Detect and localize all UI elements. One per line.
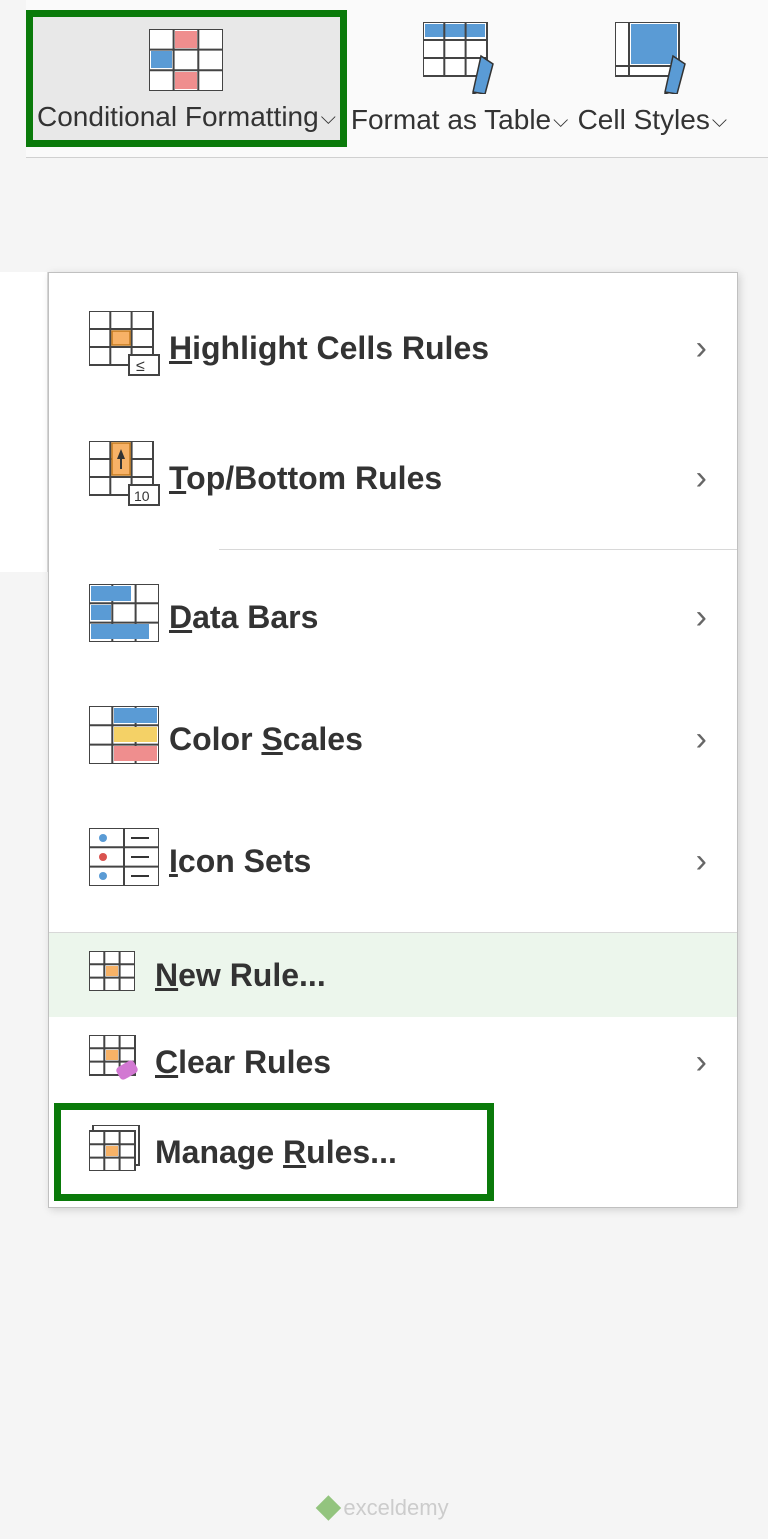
top-bottom-icon: 10 (89, 441, 169, 515)
worksheet-edge (0, 272, 48, 572)
menu-color-scales[interactable]: Color Scales › (49, 678, 737, 800)
menu-label: Data Bars (169, 599, 696, 636)
cell-styles-button[interactable]: Cell Styles⌵ (572, 10, 732, 147)
format-as-table-label: Format as Table⌵ (351, 102, 568, 137)
menu-label: New Rule... (155, 957, 707, 994)
menu-label: Manage Rules... (155, 1134, 707, 1171)
chevron-right-icon: › (696, 720, 707, 759)
conditional-formatting-menu: ≤ Highlight Cells Rules › 10 Top/Bottom … (48, 272, 738, 1208)
menu-label: Icon Sets (169, 843, 696, 880)
conditional-formatting-icon (149, 29, 223, 91)
menu-label: Top/Bottom Rules (169, 460, 696, 497)
menu-icon-sets[interactable]: Icon Sets › (49, 800, 737, 922)
format-as-table-button[interactable]: Format as Table⌵ (347, 10, 572, 147)
format-as-table-icon (423, 22, 497, 94)
svg-text:10: 10 (134, 488, 150, 504)
cell-styles-label: Cell Styles⌵ (578, 102, 727, 137)
chevron-right-icon: › (696, 459, 707, 498)
conditional-formatting-button[interactable]: Conditional Formatting⌵ (26, 10, 347, 147)
menu-label: Clear Rules (155, 1044, 696, 1081)
new-rule-icon (89, 951, 155, 999)
menu-top-bottom-rules[interactable]: 10 Top/Bottom Rules › (49, 413, 737, 543)
ribbon-styles-group: Conditional Formatting⌵ Format as Table⌵ (26, 0, 768, 158)
conditional-formatting-label: Conditional Formatting⌵ (37, 99, 336, 134)
cell-styles-icon (615, 22, 689, 94)
menu-label: Highlight Cells Rules (169, 330, 696, 367)
menu-clear-rules[interactable]: Clear Rules › (49, 1017, 737, 1107)
color-scales-icon (89, 706, 169, 772)
menu-new-rule[interactable]: New Rule... (49, 933, 737, 1017)
menu-highlight-cells-rules[interactable]: ≤ Highlight Cells Rules › (49, 283, 737, 413)
menu-label: Color Scales (169, 721, 696, 758)
menu-separator (219, 549, 737, 550)
chevron-right-icon: › (696, 1043, 707, 1082)
chevron-right-icon: › (696, 329, 707, 368)
watermark: exceldemy (319, 1495, 448, 1521)
chevron-right-icon: › (696, 842, 707, 881)
menu-data-bars[interactable]: Data Bars › (49, 556, 737, 678)
icon-sets-icon (89, 828, 169, 894)
chevron-right-icon: › (696, 598, 707, 637)
highlight-cells-icon: ≤ (89, 311, 169, 385)
svg-text:≤: ≤ (136, 358, 145, 375)
data-bars-icon (89, 584, 169, 650)
manage-rules-icon (89, 1125, 155, 1179)
clear-rules-icon (89, 1035, 155, 1089)
menu-manage-rules[interactable]: Manage Rules... (49, 1107, 737, 1197)
